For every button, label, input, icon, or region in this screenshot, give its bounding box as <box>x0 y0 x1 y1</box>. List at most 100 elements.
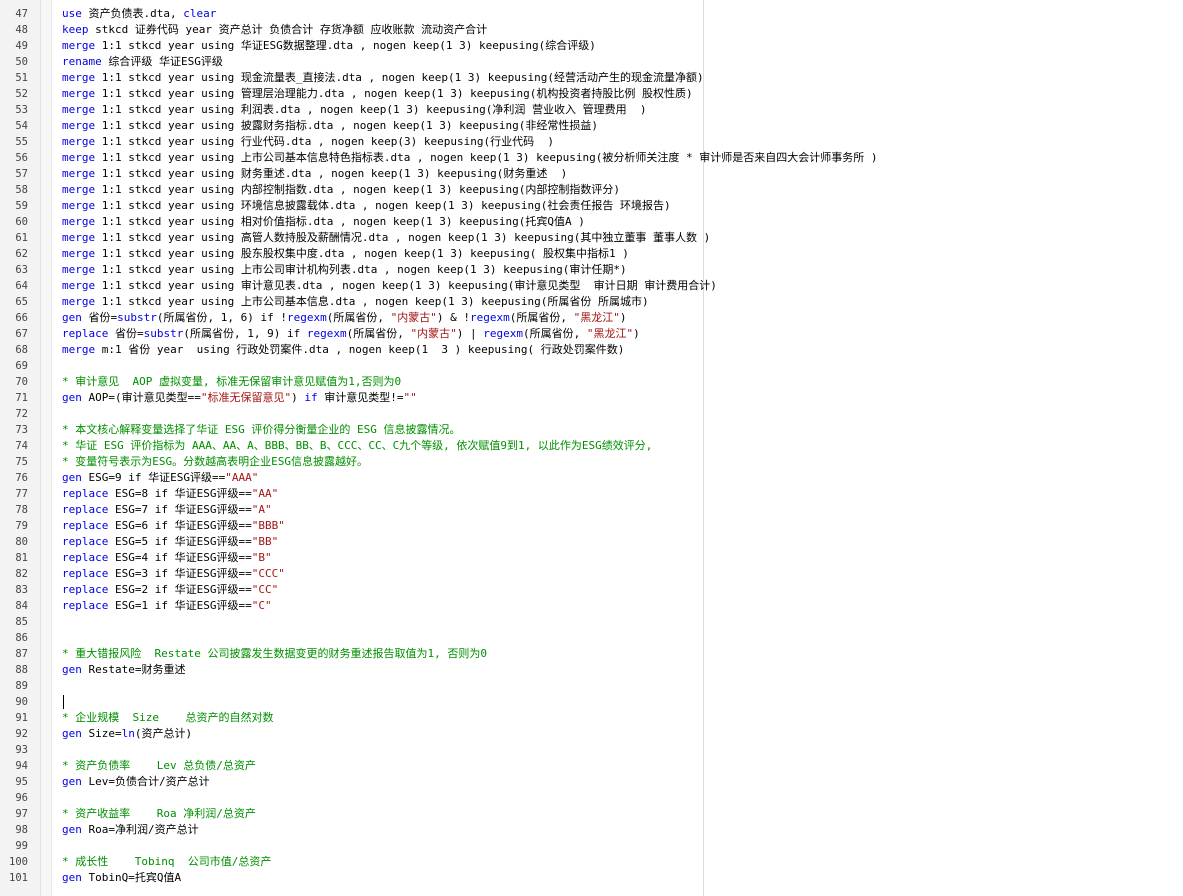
code-area[interactable]: 47 use 资产负债表.dta, clear 48 keep stkcd 证券代码 … <box>0 0 1183 896</box>
code-line[interactable]: 47 use 资产负债表.dta, clear <box>0 6 1183 22</box>
code-line[interactable]: 81 replace ESG=4 if 华证ESG评级=="B" <box>0 550 1183 566</box>
keyword-token: merge <box>62 247 96 260</box>
code-line[interactable]: 99 <box>0 838 1183 854</box>
code-line[interactable]: 90 <box>0 694 1183 710</box>
code-line[interactable]: 51 merge 1:1 stkcd year using 现金流量表_直接法.d… <box>0 70 1183 86</box>
code-line[interactable]: 79 replace ESG=6 if 华证ESG评级=="BBB" <box>0 518 1183 534</box>
line-number: 98 <box>15 824 28 836</box>
code-token: (所属省份, <box>522 327 587 340</box>
code-line[interactable]: 66 gen 省份=substr(所属省份, 1, 6) if !regexm(所… <box>0 310 1183 326</box>
code-line[interactable]: 59 merge 1:1 stkcd year using 环境信息披露载体.dt… <box>0 198 1183 214</box>
code-line[interactable]: 56 merge 1:1 stkcd year using 上市公司基本信息特色指… <box>0 150 1183 166</box>
code-token: (所属省份, 1, 6) if ! <box>156 311 287 324</box>
do-file-editor[interactable]: 47 use 资产负债表.dta, clear 48 keep stkcd 证券代码 … <box>0 0 1183 896</box>
line-number: 61 <box>15 232 28 244</box>
code-token: 1:1 stkcd year using 上市公司基本信息特色指标表.dta ,… <box>95 151 878 164</box>
code-token: 1:1 stkcd year using 内部控制指数.dta , nogen … <box>95 183 620 196</box>
code-line[interactable]: 52 merge 1:1 stkcd year using 管理层治理能力.dta… <box>0 86 1183 102</box>
code-text: * 资产负债率 Lev 总负债/总资产 <box>62 758 256 774</box>
code-line[interactable]: 87 * 重大错报风险 Restate 公司披露发生数据变更的财务重述报告取值为1… <box>0 646 1183 662</box>
code-line[interactable]: 84 replace ESG=1 if 华证ESG评级=="C" <box>0 598 1183 614</box>
code-line[interactable]: 67 replace 省份=substr(所属省份, 1, 9) if regex… <box>0 326 1183 342</box>
keyword-token: gen <box>62 871 82 884</box>
code-line[interactable]: 72 <box>0 406 1183 422</box>
code-token: ESG=5 if 华证ESG评级== <box>108 535 252 548</box>
code-token: (资产总计) <box>134 727 193 740</box>
code-token: Roa=净利润/资产总计 <box>81 823 199 836</box>
code-text: merge 1:1 stkcd year using 华证ESG数据整理.dta… <box>62 38 596 54</box>
code-line[interactable]: 69 <box>0 358 1183 374</box>
line-number: 63 <box>15 264 28 276</box>
line-number: 83 <box>15 584 28 596</box>
code-line[interactable]: 85 <box>0 614 1183 630</box>
code-line[interactable]: 76 gen ESG=9 if 华证ESG评级=="AAA" <box>0 470 1183 486</box>
line-number: 64 <box>15 280 28 292</box>
code-line[interactable]: 92 gen Size=ln(资产总计) <box>0 726 1183 742</box>
code-line[interactable]: 78 replace ESG=7 if 华证ESG评级=="A" <box>0 502 1183 518</box>
code-line[interactable]: 82 replace ESG=3 if 华证ESG评级=="CCC" <box>0 566 1183 582</box>
code-line[interactable]: 63 merge 1:1 stkcd year using 上市公司审计机构列表.… <box>0 262 1183 278</box>
comment-token: * 审计意见 AOP 虚拟变量, 标准无保留审计意见赋值为1,否则为0 <box>62 375 402 388</box>
code-token: ESG=7 if 华证ESG评级== <box>108 503 252 516</box>
code-line[interactable]: 68 merge m:1 省份 year using 行政处罚案件.dta , n… <box>0 342 1183 358</box>
keyword-token: gen <box>62 663 82 676</box>
code-line[interactable]: 49 merge 1:1 stkcd year using 华证ESG数据整理.d… <box>0 38 1183 54</box>
code-line[interactable]: 60 merge 1:1 stkcd year using 相对价值指标.dta … <box>0 214 1183 230</box>
code-line[interactable]: 74 * 华证 ESG 评价指标为 AAA、AA、A、BBB、BB、B、CCC、C… <box>0 438 1183 454</box>
code-line[interactable]: 86 <box>0 630 1183 646</box>
code-line[interactable]: 80 replace ESG=5 if 华证ESG评级=="BB" <box>0 534 1183 550</box>
code-text: * 本文核心解释变量选择了华证 ESG 评价得分衡量企业的 ESG 信息披露情况… <box>62 422 460 438</box>
code-text: keep stkcd 证券代码 year 资产总计 负债合计 存货净额 应收账款… <box>62 22 487 38</box>
line-number: 88 <box>15 664 28 676</box>
code-line[interactable]: 50 rename 综合评级 华证ESG评级 <box>0 54 1183 70</box>
code-token: (所属省份, <box>509 311 574 324</box>
code-token: 1:1 stkcd year using 环境信息披露载体.dta , noge… <box>95 199 671 212</box>
code-line[interactable]: 77 replace ESG=8 if 华证ESG评级=="AA" <box>0 486 1183 502</box>
code-token: 1:1 stkcd year using 披露财务指标.dta , nogen … <box>95 119 598 132</box>
code-token: 1:1 stkcd year using 利润表.dta , nogen kee… <box>95 103 647 116</box>
code-line[interactable]: 96 <box>0 790 1183 806</box>
line-number: 72 <box>15 408 28 420</box>
keyword-token: merge <box>62 231 96 244</box>
line-number: 60 <box>15 216 28 228</box>
keyword-token: replace <box>62 583 109 596</box>
code-line[interactable]: 57 merge 1:1 stkcd year using 财务重述.dta , … <box>0 166 1183 182</box>
code-token: ESG=8 if 华证ESG评级== <box>108 487 252 500</box>
string-token: "A" <box>251 503 272 516</box>
keyword-token: clear <box>183 7 217 20</box>
code-line[interactable]: 54 merge 1:1 stkcd year using 披露财务指标.dta … <box>0 118 1183 134</box>
code-line[interactable]: 61 merge 1:1 stkcd year using 高管人数持股及薪酬情况… <box>0 230 1183 246</box>
code-line[interactable]: 98 gen Roa=净利润/资产总计 <box>0 822 1183 838</box>
code-line[interactable]: 93 <box>0 742 1183 758</box>
code-line[interactable]: 64 merge 1:1 stkcd year using 审计意见表.dta ,… <box>0 278 1183 294</box>
code-text: merge 1:1 stkcd year using 行业代码.dta , no… <box>62 134 554 150</box>
code-line[interactable]: 55 merge 1:1 stkcd year using 行业代码.dta , … <box>0 134 1183 150</box>
keyword-token: substr <box>117 311 157 324</box>
code-token: ESG=4 if 华证ESG评级== <box>108 551 252 564</box>
line-number: 93 <box>15 744 28 756</box>
code-line[interactable]: 101 gen TobinQ=托宾Q值A <box>0 870 1183 886</box>
code-line[interactable]: 73 * 本文核心解释变量选择了华证 ESG 评价得分衡量企业的 ESG 信息披露… <box>0 422 1183 438</box>
code-line[interactable]: 71 gen AOP=(审计意见类型=="标准无保留意见") if 审计意见类型!… <box>0 390 1183 406</box>
code-line[interactable]: 58 merge 1:1 stkcd year using 内部控制指数.dta … <box>0 182 1183 198</box>
code-token: ESG=1 if 华证ESG评级== <box>108 599 252 612</box>
keyword-token: keep <box>62 23 89 36</box>
comment-token: * 资产负债率 Lev 总负债/总资产 <box>62 759 256 772</box>
code-line[interactable]: 89 <box>0 678 1183 694</box>
code-line[interactable]: 75 * 变量符号表示为ESG。分数越高表明企业ESG信息披露越好。 <box>0 454 1183 470</box>
keyword-token: merge <box>62 119 96 132</box>
code-line[interactable]: 65 merge 1:1 stkcd year using 上市公司基本信息.dt… <box>0 294 1183 310</box>
code-line[interactable]: 97 * 资产收益率 Roa 净利润/总资产 <box>0 806 1183 822</box>
code-line[interactable]: 88 gen Restate=财务重述 <box>0 662 1183 678</box>
code-line[interactable]: 70 * 审计意见 AOP 虚拟变量, 标准无保留审计意见赋值为1,否则为0 <box>0 374 1183 390</box>
code-line[interactable]: 100 * 成长性 Tobinq 公司市值/总资产 <box>0 854 1183 870</box>
code-line[interactable]: 48 keep stkcd 证券代码 year 资产总计 负债合计 存货净额 应收… <box>0 22 1183 38</box>
code-line[interactable]: 94 * 资产负债率 Lev 总负债/总资产 <box>0 758 1183 774</box>
line-number: 57 <box>15 168 28 180</box>
code-line[interactable]: 95 gen Lev=负债合计/资产总计 <box>0 774 1183 790</box>
code-line[interactable]: 62 merge 1:1 stkcd year using 股东股权集中度.dta… <box>0 246 1183 262</box>
keyword-token: merge <box>62 215 96 228</box>
code-line[interactable]: 91 * 企业规模 Size 总资产的自然对数 <box>0 710 1183 726</box>
code-line[interactable]: 53 merge 1:1 stkcd year using 利润表.dta , n… <box>0 102 1183 118</box>
code-line[interactable]: 83 replace ESG=2 if 华证ESG评级=="CC" <box>0 582 1183 598</box>
